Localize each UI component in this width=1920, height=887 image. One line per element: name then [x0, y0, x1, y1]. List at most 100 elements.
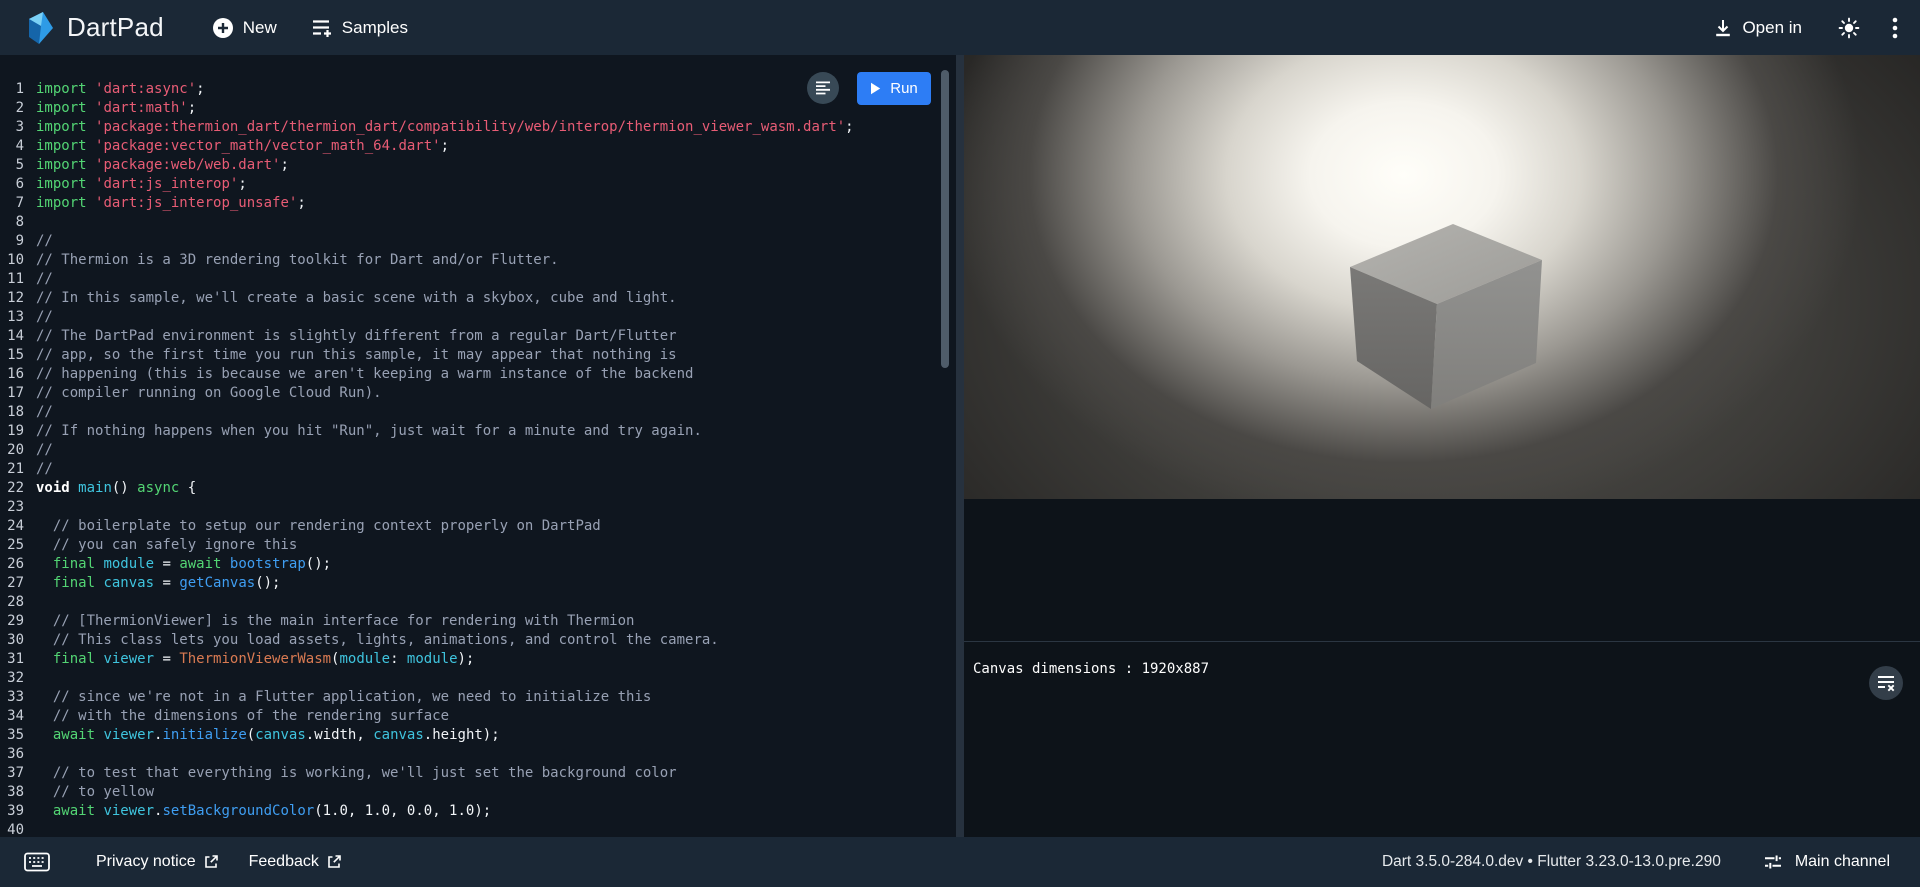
code-line[interactable]: 30 // This class lets you load assets, l…	[0, 631, 956, 650]
code-line[interactable]: 20//	[0, 441, 956, 460]
rendered-3d-canvas[interactable]	[964, 55, 1920, 499]
code-line[interactable]: 32	[0, 669, 956, 688]
open-in-button[interactable]: Open in	[1713, 18, 1802, 38]
code-line[interactable]: 18//	[0, 403, 956, 422]
run-button-label: Run	[890, 80, 918, 97]
code-line[interactable]: 21//	[0, 460, 956, 479]
code-line[interactable]: 40	[0, 821, 956, 837]
pane-splitter[interactable]	[956, 55, 964, 837]
line-number: 19	[0, 422, 36, 441]
code-line[interactable]: 36	[0, 745, 956, 764]
channel-selector-button[interactable]: Main channel	[1763, 852, 1890, 872]
code-line-text: final viewer = ThermionViewerWasm(module…	[36, 650, 474, 669]
code-line[interactable]: 6import 'dart:js_interop';	[0, 175, 956, 194]
line-number: 11	[0, 270, 36, 289]
code-line[interactable]: 11//	[0, 270, 956, 289]
code-line[interactable]: 9//	[0, 232, 956, 251]
code-line[interactable]: 2import 'dart:math';	[0, 99, 956, 118]
line-number: 6	[0, 175, 36, 194]
code-line[interactable]: 19// If nothing happens when you hit "Ru…	[0, 422, 956, 441]
code-line[interactable]: 27 final canvas = getCanvas();	[0, 574, 956, 593]
new-button[interactable]: New	[212, 17, 277, 39]
dart-logo-icon	[26, 11, 56, 45]
code-line[interactable]: 25 // you can safely ignore this	[0, 536, 956, 555]
code-line-text: // you can safely ignore this	[36, 536, 297, 555]
code-line[interactable]: 17// compiler running on Google Cloud Ru…	[0, 384, 956, 403]
code-line[interactable]: 4import 'package:vector_math/vector_math…	[0, 137, 956, 156]
code-line-text: void main() async {	[36, 479, 196, 498]
line-number: 29	[0, 612, 36, 631]
privacy-notice-link[interactable]: Privacy notice	[96, 853, 219, 871]
line-number: 21	[0, 460, 36, 479]
line-number: 14	[0, 327, 36, 346]
code-line[interactable]: 33 // since we're not in a Flutter appli…	[0, 688, 956, 707]
samples-button[interactable]: Samples	[311, 17, 408, 38]
code-line-text: //	[36, 403, 53, 422]
keyboard-shortcuts-button[interactable]	[24, 852, 50, 872]
code-line[interactable]: 35 await viewer.initialize(canvas.width,…	[0, 726, 956, 745]
code-line[interactable]: 37 // to test that everything is working…	[0, 764, 956, 783]
play-icon	[870, 82, 881, 95]
samples-button-label: Samples	[342, 18, 408, 38]
code-line[interactable]: 7import 'dart:js_interop_unsafe';	[0, 194, 956, 213]
format-button[interactable]	[807, 72, 839, 104]
overflow-menu-button[interactable]	[1888, 17, 1902, 39]
dartpad-app: DartPad New Samples	[0, 0, 1920, 887]
code-line[interactable]: 8	[0, 213, 956, 232]
code-line-text: import 'dart:js_interop';	[36, 175, 247, 194]
code-line[interactable]: 34 // with the dimensions of the renderi…	[0, 707, 956, 726]
code-line-text: import 'dart:js_interop_unsafe';	[36, 194, 306, 213]
code-line[interactable]: 29 // [ThermionViewer] is the main inter…	[0, 612, 956, 631]
code-line-text: import 'dart:async';	[36, 80, 205, 99]
code-line-text: // app, so the first time you run this s…	[36, 346, 677, 365]
code-line[interactable]: 10// Thermion is a 3D rendering toolkit …	[0, 251, 956, 270]
editor-scrollbar[interactable]	[941, 70, 949, 368]
line-number: 30	[0, 631, 36, 650]
code-line-text: final module = await bootstrap();	[36, 555, 331, 574]
code-line-text: import 'package:web/web.dart';	[36, 156, 289, 175]
code-editor[interactable]: 1import 'dart:async';2import 'dart:math'…	[0, 55, 956, 837]
code-line[interactable]: 16// happening (this is because we aren'…	[0, 365, 956, 384]
clear-console-button[interactable]	[1869, 666, 1903, 700]
code-line[interactable]: 15// app, so the first time you run this…	[0, 346, 956, 365]
line-number: 36	[0, 745, 36, 764]
code-line[interactable]: 24 // boilerplate to setup our rendering…	[0, 517, 956, 536]
code-line[interactable]: 39 await viewer.setBackgroundColor(1.0, …	[0, 802, 956, 821]
code-line-text: import 'package:vector_math/vector_math_…	[36, 137, 449, 156]
feedback-link[interactable]: Feedback	[249, 853, 342, 871]
code-line[interactable]: 22void main() async {	[0, 479, 956, 498]
app-title: DartPad	[67, 12, 164, 43]
code-line[interactable]: 38 // to yellow	[0, 783, 956, 802]
line-number: 33	[0, 688, 36, 707]
line-number: 27	[0, 574, 36, 593]
console-line: Canvas dimensions : 1920x887	[973, 661, 1209, 677]
code-line[interactable]: 14// The DartPad environment is slightly…	[0, 327, 956, 346]
code-line[interactable]: 13//	[0, 308, 956, 327]
code-line[interactable]: 23	[0, 498, 956, 517]
brightness-icon	[1838, 17, 1860, 39]
theme-toggle-button[interactable]	[1838, 17, 1860, 39]
tune-icon	[1763, 852, 1783, 872]
external-link-icon	[203, 854, 219, 870]
new-button-label: New	[243, 18, 277, 38]
line-number: 9	[0, 232, 36, 251]
line-number: 38	[0, 783, 36, 802]
code-line[interactable]: 12// In this sample, we'll create a basi…	[0, 289, 956, 308]
line-number: 12	[0, 289, 36, 308]
code-line-text: // [ThermionViewer] is the main interfac…	[36, 612, 634, 631]
code-lines: 1import 'dart:async';2import 'dart:math'…	[0, 80, 956, 837]
code-line[interactable]: 5import 'package:web/web.dart';	[0, 156, 956, 175]
run-button[interactable]: Run	[857, 72, 931, 105]
code-line[interactable]: 31 final viewer = ThermionViewerWasm(mod…	[0, 650, 956, 669]
format-icon	[815, 81, 831, 95]
code-line[interactable]: 28	[0, 593, 956, 612]
open-in-label: Open in	[1742, 18, 1802, 38]
privacy-notice-label: Privacy notice	[96, 853, 196, 871]
code-line-text: // This class lets you load assets, ligh…	[36, 631, 719, 650]
code-line-text: // If nothing happens when you hit "Run"…	[36, 422, 702, 441]
brand: DartPad	[26, 11, 164, 45]
line-number: 26	[0, 555, 36, 574]
code-line[interactable]: 3import 'package:thermion_dart/thermion_…	[0, 118, 956, 137]
code-line[interactable]: 26 final module = await bootstrap();	[0, 555, 956, 574]
code-line-text: //	[36, 460, 53, 479]
